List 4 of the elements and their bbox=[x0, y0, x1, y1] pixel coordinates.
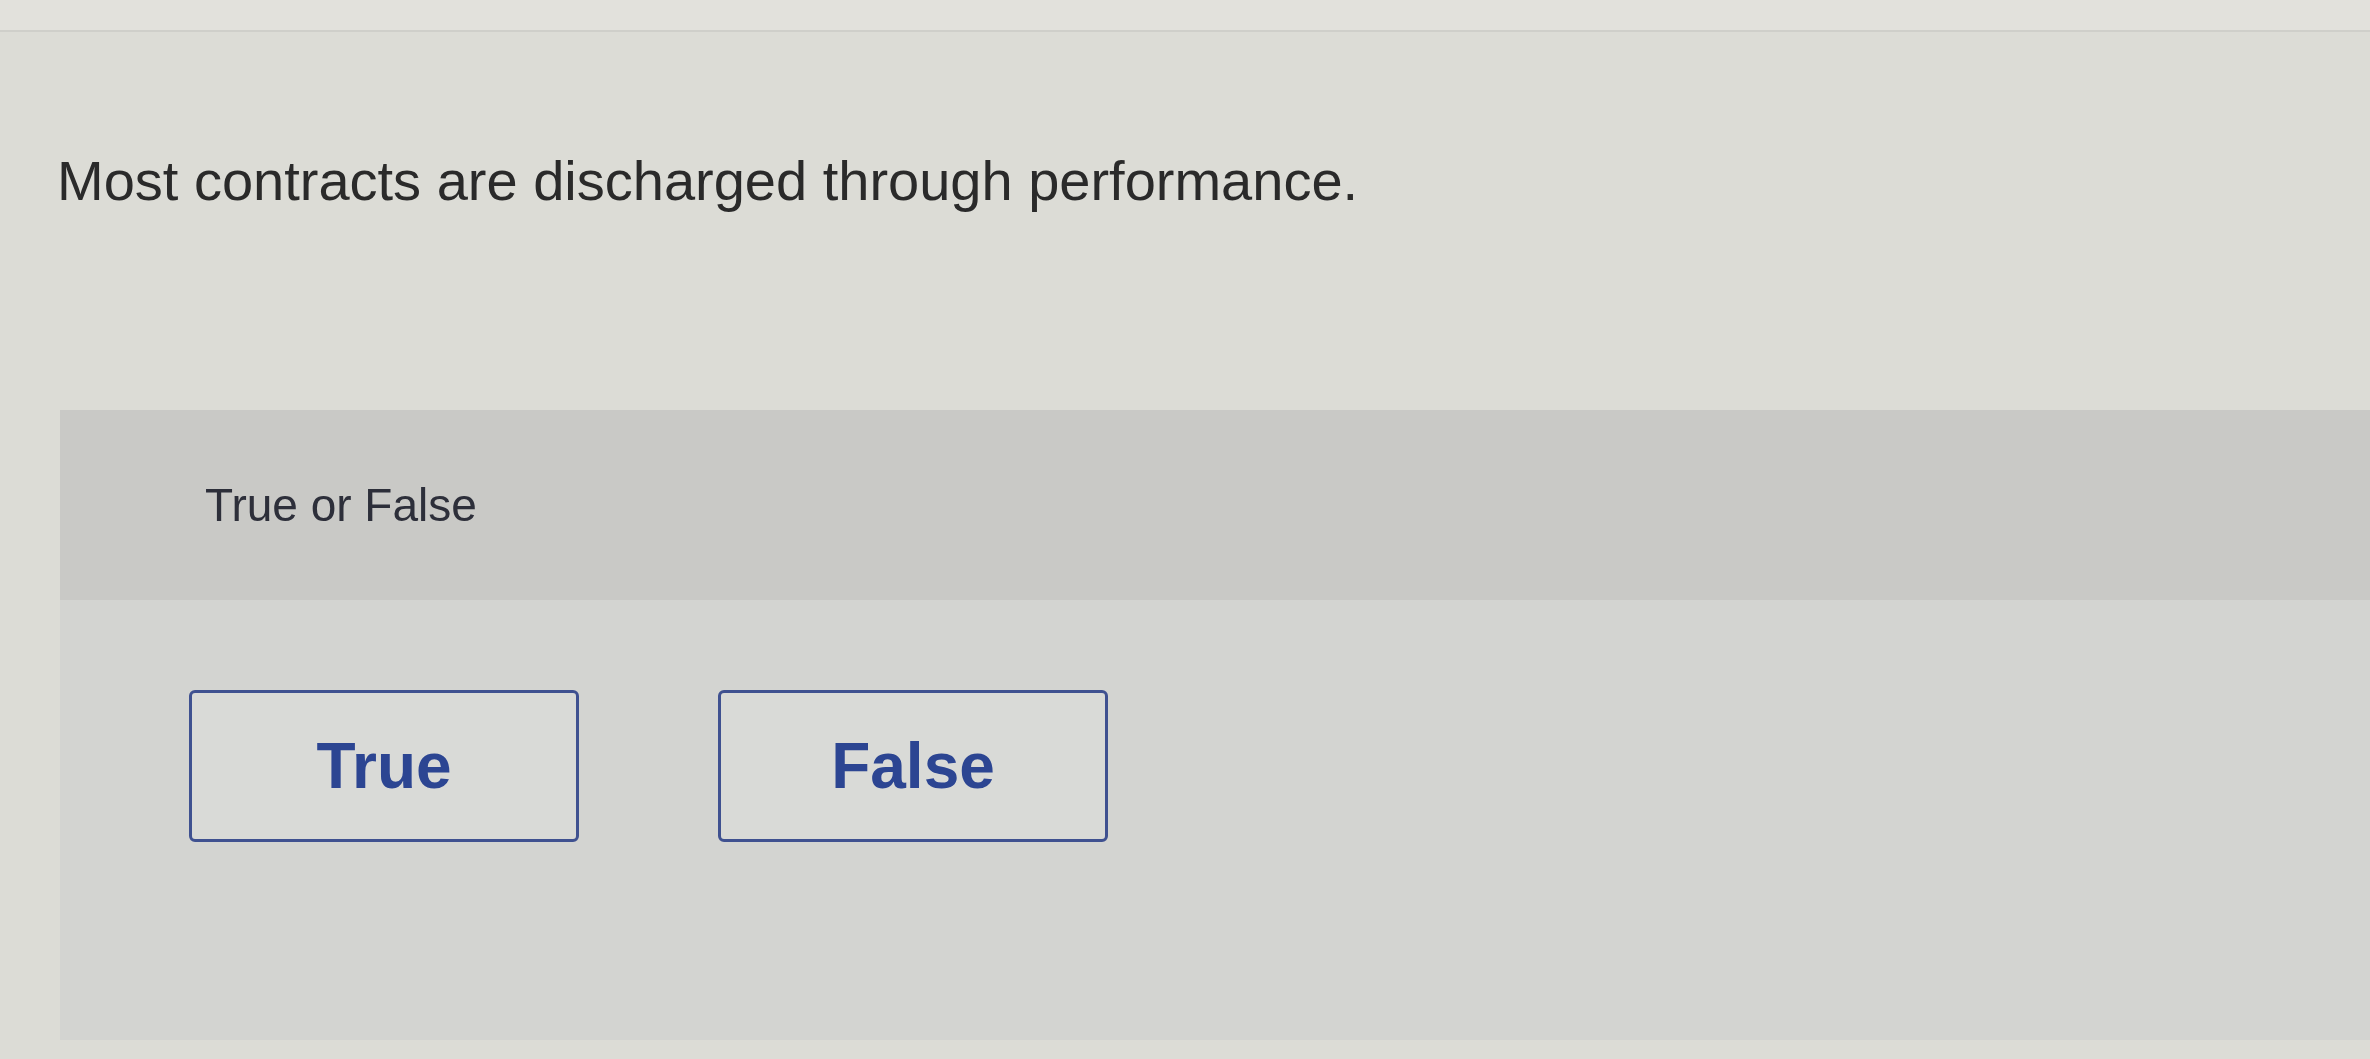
answer-option-button[interactable]: False bbox=[718, 690, 1108, 842]
question-text: Most contracts are discharged through performance. bbox=[57, 148, 1359, 214]
prompt-text: True or False bbox=[205, 478, 477, 532]
answer-option-button[interactable]: True bbox=[189, 690, 579, 842]
